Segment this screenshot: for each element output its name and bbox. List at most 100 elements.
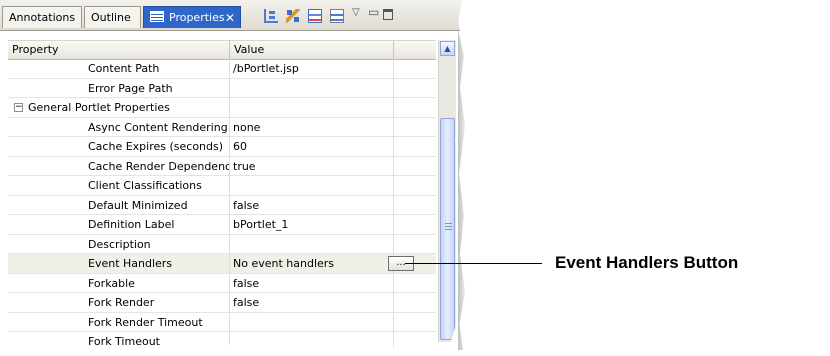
blank-cell (394, 79, 436, 98)
blank-cell (394, 313, 436, 332)
table-row[interactable]: Definition Label bPortlet_1 (8, 215, 436, 235)
property-name: Cache Expires (seconds) (88, 140, 224, 153)
table-row[interactable]: Default Minimized false (8, 195, 436, 215)
table-row[interactable]: Client Classifications (8, 176, 436, 196)
tab-label: Properties (169, 11, 225, 24)
thumb-grip (445, 229, 452, 230)
show-advanced-icon[interactable] (330, 9, 344, 23)
property-value[interactable]: No event handlers (230, 254, 394, 273)
property-value[interactable]: false (230, 293, 394, 312)
table-row[interactable]: Fork Timeout (8, 332, 436, 350)
property-value[interactable] (230, 332, 394, 350)
blank-cell (394, 235, 436, 254)
callout-line (405, 263, 542, 264)
property-value[interactable] (230, 234, 394, 254)
property-value[interactable]: false (230, 195, 394, 215)
property-name: Fork Render (88, 296, 155, 309)
blank-cell (394, 293, 436, 312)
tab-label: Annotations (9, 11, 76, 24)
property-name: Default Minimized (88, 198, 188, 212)
blank-cell (394, 137, 436, 156)
thumb-grip (445, 223, 452, 224)
property-name-cell: Cache Render Dependencies (8, 156, 230, 176)
torn-edge-shadow (458, 30, 465, 350)
property-name-cell: Content Path (8, 59, 230, 78)
show-categories-icon[interactable] (308, 9, 322, 23)
table-row[interactable]: Error Page Path (8, 78, 436, 98)
maximize-icon[interactable] (383, 9, 393, 20)
property-name-cell: Forkable (8, 273, 230, 293)
property-name: Content Path (88, 62, 160, 75)
table-row[interactable]: Fork Render false (8, 293, 436, 313)
property-name-cell: Cache Expires (seconds) (8, 137, 230, 156)
table-row[interactable]: Async Content Rendering none (8, 117, 436, 137)
table-group-row[interactable]: − General Portlet Properties (8, 98, 436, 118)
blank-cell (394, 98, 436, 117)
property-value[interactable]: true (230, 156, 394, 176)
filter-icon[interactable] (286, 9, 300, 23)
property-value[interactable]: /bPortlet.jsp (230, 59, 394, 78)
property-name-cell: Error Page Path (8, 78, 230, 98)
property-value[interactable] (230, 78, 394, 98)
tab-annotations[interactable]: Annotations (2, 6, 82, 28)
property-name: Event Handlers (88, 257, 173, 270)
property-name: General Portlet Properties (28, 101, 170, 114)
property-name-cell: Event Handlers (8, 254, 230, 273)
property-name: Forkable (88, 276, 135, 290)
property-name-cell: Async Content Rendering (8, 117, 230, 137)
property-value[interactable] (230, 176, 394, 195)
tab-label: Outline (91, 11, 131, 24)
blank-cell (394, 157, 436, 176)
property-name: Fork Timeout (88, 335, 160, 348)
vertical-scrollbar[interactable]: ▲ (438, 40, 456, 342)
property-name-cell: Default Minimized (8, 195, 230, 215)
property-name-cell: − General Portlet Properties (8, 98, 230, 117)
close-icon[interactable]: ✕ (225, 7, 235, 29)
blank-cell (394, 332, 436, 350)
table-header: Property Value (8, 40, 436, 60)
callout-label: Event Handlers Button (555, 253, 739, 272)
table-body: Content Path/bPortlet.jsp Error Page Path… (8, 59, 436, 350)
property-name: Client Classifications (88, 179, 202, 192)
table-row[interactable]: Forkable false (8, 273, 436, 293)
property-value[interactable] (230, 312, 394, 332)
scroll-thumb[interactable] (440, 118, 455, 340)
property-name: Definition Label (88, 218, 175, 231)
property-name: Fork Render Timeout (88, 315, 203, 329)
table-row[interactable]: Content Path/bPortlet.jsp (8, 59, 436, 79)
column-header-value[interactable]: Value (230, 41, 394, 59)
table-row[interactable]: Event Handlers No event handlers... (8, 254, 436, 274)
property-name-cell: Fork Timeout (8, 332, 230, 350)
property-value[interactable]: false (230, 273, 394, 293)
property-value[interactable]: bPortlet_1 (230, 215, 394, 234)
blank-cell (394, 118, 436, 137)
property-name-cell: Client Classifications (8, 176, 230, 195)
table-row[interactable]: Cache Render Dependenciestrue (8, 156, 436, 176)
collapse-icon[interactable]: − (14, 103, 23, 112)
scroll-up-arrow-icon[interactable]: ▲ (440, 41, 455, 56)
property-name-cell: Fork Render (8, 293, 230, 312)
column-header-property[interactable]: Property (8, 41, 230, 59)
properties-view: Annotations Outline Properties ✕ ▽ ▭ Pro… (0, 0, 462, 350)
tree-view-icon[interactable] (264, 9, 278, 23)
thumb-grip (445, 226, 452, 227)
table-row[interactable]: Fork Render Timeout (8, 312, 436, 332)
property-name: Error Page Path (88, 81, 173, 95)
property-value (230, 98, 394, 117)
property-name-cell: Fork Render Timeout (8, 312, 230, 332)
property-name-cell: Definition Label (8, 215, 230, 234)
property-name: Cache Render Dependencies (88, 159, 230, 173)
tab-outline[interactable]: Outline (84, 6, 141, 28)
tab-properties[interactable]: Properties ✕ (143, 6, 241, 28)
table-row[interactable]: Cache Expires (seconds) 60 (8, 137, 436, 157)
minimize-icon[interactable]: ▭ (368, 5, 379, 19)
property-value[interactable]: none (230, 117, 394, 137)
blank-cell (394, 215, 436, 234)
blank-cell (394, 274, 436, 293)
table-row[interactable]: Description (8, 234, 436, 254)
blank-cell (394, 196, 436, 215)
properties-icon (150, 11, 164, 22)
property-value[interactable]: 60 (230, 137, 394, 156)
blank-cell (394, 176, 436, 195)
view-menu-icon[interactable]: ▽ (352, 7, 360, 18)
